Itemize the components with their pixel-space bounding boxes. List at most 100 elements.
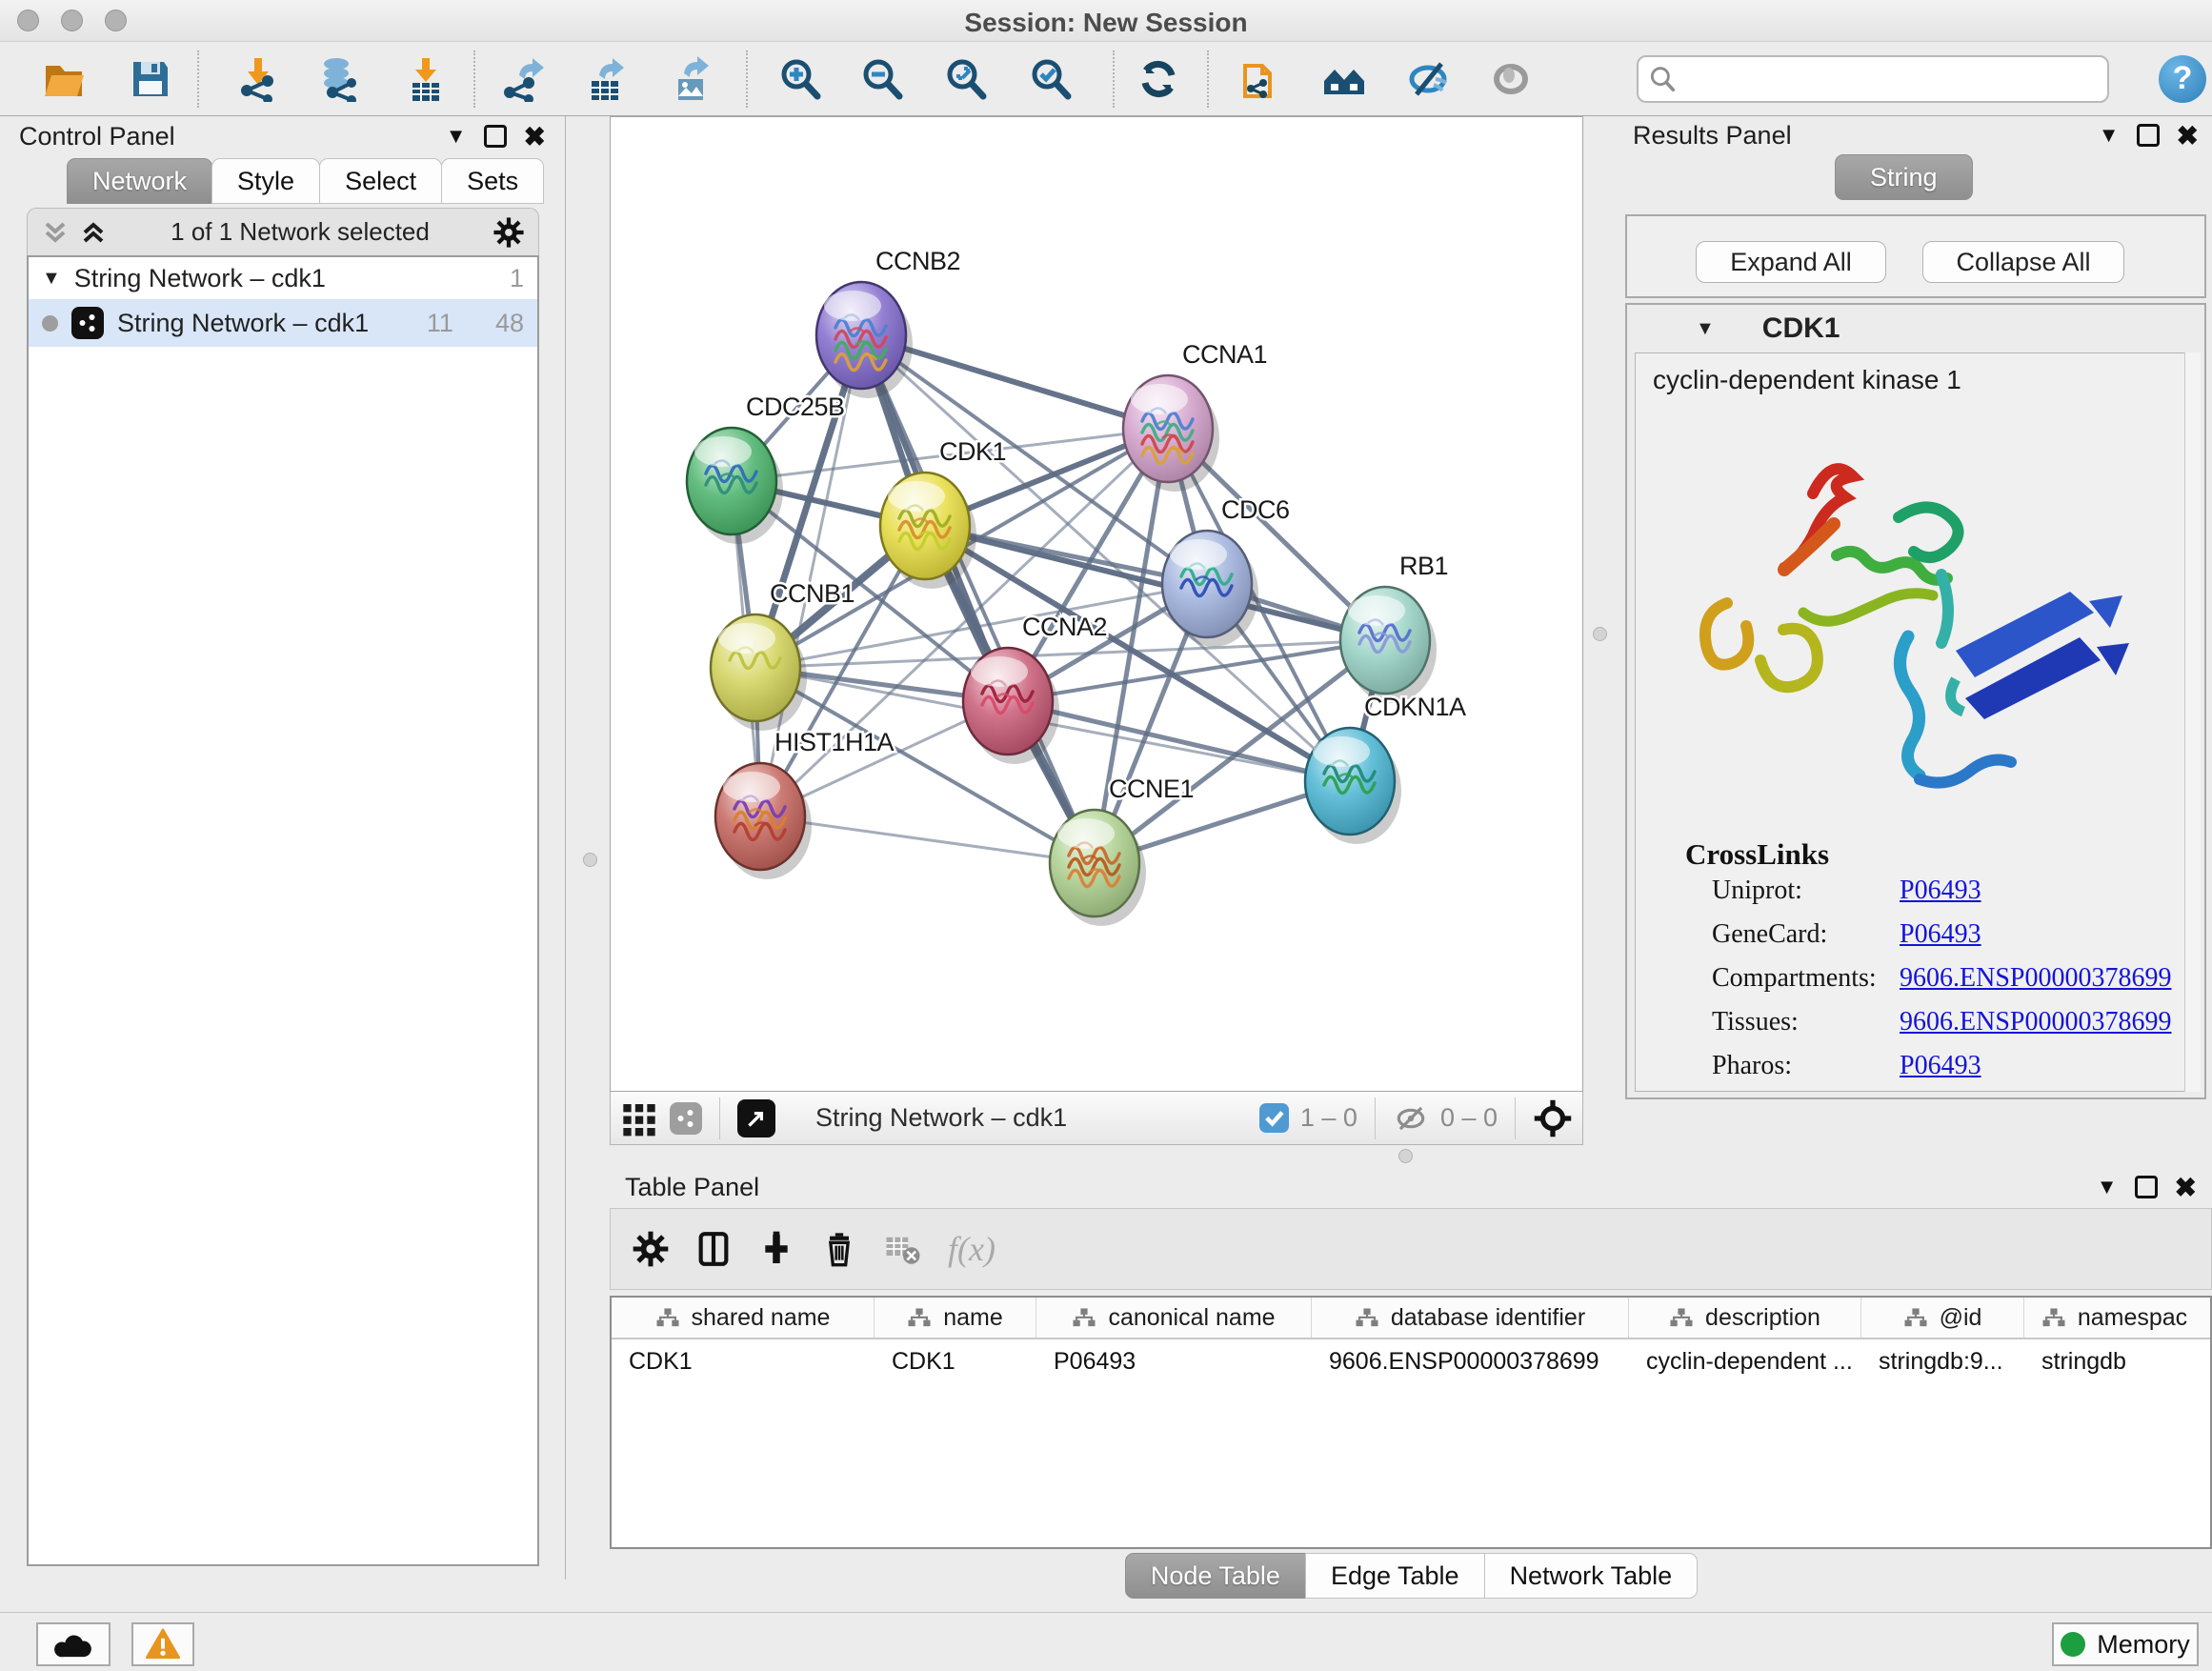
section-expander-icon[interactable]: ▼ [1696, 318, 1715, 340]
column-header[interactable]: @id [1861, 1298, 2024, 1338]
delete-table-icon[interactable] [883, 1229, 923, 1269]
hidden-counter: 0 – 0 [1440, 1103, 1498, 1133]
tab-sets[interactable]: Sets [441, 158, 544, 204]
collapse-all-icon[interactable] [41, 218, 70, 247]
column-header[interactable]: database identifier [1312, 1298, 1629, 1338]
table-panel-title: Table Panel [625, 1173, 759, 1202]
crosslink-row: GeneCard: P06493 [1712, 919, 2188, 950]
column-header[interactable]: name [875, 1298, 1036, 1338]
memory-button[interactable]: Memory [2052, 1622, 2199, 1666]
table-row[interactable]: CDK1 CDK1 P06493 9606.ENSP00000378699 cy… [612, 1339, 2210, 1383]
node-details-section: ▼ CDK1 cyclin-dependent kinase 1 [1625, 303, 2206, 1099]
save-session-icon[interactable] [128, 56, 173, 102]
network-edge[interactable] [861, 335, 1095, 863]
results-scrollbar[interactable] [2184, 352, 2201, 1092]
cloud-status-button[interactable] [36, 1622, 111, 1666]
close-panel-icon[interactable]: ✖ [524, 121, 546, 152]
float-panel-icon[interactable] [2137, 124, 2160, 147]
delete-column-icon[interactable] [820, 1230, 858, 1268]
node-label: CDK1 [939, 437, 1006, 466]
float-panel-icon[interactable] [2135, 1176, 2158, 1198]
network-node-ccnb2[interactable]: CCNB2 [816, 247, 960, 398]
hidden-eye-icon[interactable] [1393, 1100, 1429, 1137]
close-panel-icon[interactable]: ✖ [2177, 120, 2199, 151]
crosslink-link[interactable]: 9606.ENSP00000378699 [1900, 963, 2171, 993]
show-eye-icon[interactable] [1488, 56, 1534, 102]
gear-icon[interactable] [493, 216, 525, 249]
add-column-icon[interactable] [757, 1230, 795, 1268]
left-divider-grip[interactable] [583, 853, 597, 867]
float-panel-icon[interactable] [484, 125, 507, 148]
column-header[interactable]: canonical name [1036, 1298, 1312, 1338]
tab-string[interactable]: String [1835, 154, 1973, 200]
tab-node-table[interactable]: Node Table [1125, 1553, 1306, 1599]
crosslink-link[interactable]: 9606.ENSP00000378699 [1900, 1007, 2171, 1037]
import-table-icon[interactable] [403, 56, 449, 102]
grid-view-icon[interactable] [620, 1099, 658, 1137]
zoom-out-icon[interactable] [859, 56, 905, 102]
tab-edge-table[interactable]: Edge Table [1305, 1553, 1485, 1599]
import-database-icon[interactable] [315, 56, 361, 102]
toolbar-separator [1207, 50, 1209, 108]
tab-network[interactable]: Network [67, 158, 212, 204]
hide-eye-icon[interactable] [1405, 56, 1451, 102]
collapse-all-button[interactable]: Collapse All [1922, 241, 2124, 283]
network-node-ccnb1[interactable]: CCNB1 [711, 579, 855, 731]
expand-all-icon[interactable] [79, 218, 108, 247]
collapse-panel-icon[interactable]: ▼ [2097, 1175, 2118, 1199]
network-view-share-icon[interactable] [670, 1102, 702, 1135]
zoom-selected-icon[interactable] [1028, 56, 1074, 102]
zoom-in-icon[interactable] [777, 56, 823, 102]
detach-view-icon[interactable] [737, 1099, 775, 1137]
tree-expander-icon[interactable]: ▼ [42, 268, 61, 290]
refresh-icon[interactable] [1136, 56, 1181, 102]
selected-counter: 1 – 0 [1300, 1103, 1357, 1133]
birdseye-crosshair-icon[interactable] [1533, 1098, 1573, 1138]
selected-checkbox[interactable] [1259, 1103, 1289, 1133]
network-node-rb1[interactable]: RB1 [1340, 552, 1448, 703]
network-row-selected[interactable]: String Network – cdk1 11 48 [29, 299, 537, 347]
help-button[interactable]: ? [2159, 55, 2206, 103]
show-columns-icon[interactable] [694, 1230, 733, 1268]
network-node-cdkn1a[interactable]: CDKN1A [1305, 693, 1466, 844]
expand-all-button[interactable]: Expand All [1696, 241, 1886, 283]
function-builder-icon[interactable]: f(x) [948, 1229, 995, 1269]
network-canvas[interactable]: CCNB2CCNA1CDC25BCDK1CDC6RB1CCNB1CCNA2CDK… [610, 116, 1583, 1092]
search-input[interactable] [1686, 65, 2107, 94]
column-header[interactable]: namespac [2024, 1298, 2204, 1338]
zoom-fit-icon[interactable] [943, 56, 989, 102]
string-document-icon[interactable] [1237, 56, 1283, 102]
view-toolbar-separator [1515, 1097, 1516, 1139]
tab-select[interactable]: Select [319, 158, 442, 204]
close-panel-icon[interactable]: ✖ [2175, 1172, 2197, 1203]
export-table-icon[interactable] [584, 56, 630, 102]
cloud-icon [53, 1630, 93, 1659]
network-node-hist1h1a[interactable]: HIST1H1A [715, 728, 895, 879]
tab-network-table[interactable]: Network Table [1484, 1553, 1699, 1599]
collapse-panel-icon[interactable]: ▼ [2099, 123, 2120, 148]
bottom-divider-grip[interactable] [1398, 1149, 1413, 1163]
open-session-icon[interactable] [42, 56, 88, 102]
tab-style[interactable]: Style [211, 158, 320, 204]
network-node-ccne1[interactable]: CCNE1 [1050, 775, 1194, 926]
network-status-dot [42, 315, 58, 332]
houses-icon[interactable] [1321, 56, 1367, 102]
crosslink-link[interactable]: P06493 [1900, 1051, 1981, 1080]
crosslink-link[interactable]: P06493 [1900, 876, 1981, 905]
cell-description: cyclin-dependent ... [1629, 1348, 1861, 1376]
crosslink-label: Pharos: [1712, 1051, 1893, 1081]
network-collection-row[interactable]: ▼ String Network – cdk1 1 [29, 257, 537, 299]
network-node-ccna1[interactable]: CCNA1 [1123, 340, 1267, 492]
export-image-icon[interactable] [669, 56, 714, 102]
cell-shared-name: CDK1 [612, 1348, 875, 1376]
crosslinks-heading: CrossLinks [1685, 837, 1829, 872]
warning-status-button[interactable] [131, 1622, 194, 1666]
column-header[interactable]: description [1629, 1298, 1861, 1338]
table-gear-icon[interactable] [632, 1230, 670, 1268]
import-network-icon[interactable] [235, 56, 281, 102]
export-network-icon[interactable] [502, 56, 548, 102]
collapse-panel-icon[interactable]: ▼ [446, 124, 467, 149]
column-header[interactable]: shared name [612, 1298, 875, 1338]
crosslink-link[interactable]: P06493 [1900, 919, 1981, 949]
right-divider-grip[interactable] [1593, 627, 1607, 641]
